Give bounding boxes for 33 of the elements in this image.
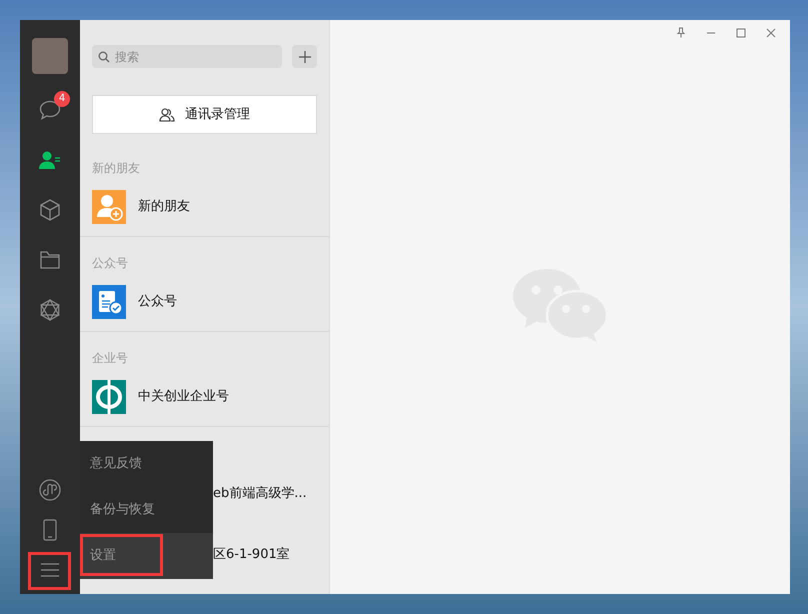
search-input[interactable]: 搜索 bbox=[115, 48, 265, 66]
close-icon[interactable] bbox=[766, 28, 776, 38]
chat-bubble-icon bbox=[39, 100, 61, 120]
contact-name[interactable]: 新的朋友 bbox=[138, 197, 190, 217]
section-header: 公众号 bbox=[91, 255, 129, 272]
aperture-icon bbox=[39, 299, 61, 321]
folder-icon bbox=[40, 251, 60, 269]
phi-logo-icon bbox=[92, 380, 126, 414]
pin-icon[interactable] bbox=[676, 27, 686, 38]
contacts-manage-button[interactable]: 通讯录管理 bbox=[92, 95, 317, 134]
add-button[interactable] bbox=[292, 45, 317, 68]
sidebar-chats-tab[interactable]: 4 bbox=[20, 85, 80, 135]
id-card-check-icon bbox=[92, 285, 126, 319]
contacts-icon bbox=[159, 108, 175, 122]
contact-name[interactable]: 中关创业企业号 bbox=[138, 387, 229, 407]
search-icon bbox=[98, 50, 110, 62]
section-header: 企业号 bbox=[91, 350, 129, 367]
menu-icon bbox=[41, 563, 59, 577]
contact-name[interactable]: 区6-1-901室 bbox=[213, 544, 290, 564]
plus-icon bbox=[298, 50, 310, 62]
section-header: 新的朋友 bbox=[91, 160, 141, 177]
phone-icon bbox=[43, 519, 57, 541]
maximize-icon[interactable] bbox=[736, 28, 746, 38]
search-field[interactable]: 搜索 bbox=[92, 45, 282, 68]
add-friend-icon bbox=[92, 190, 126, 224]
cube-icon bbox=[40, 199, 60, 221]
menu-item[interactable]: 设置 bbox=[80, 533, 213, 579]
unread-badge: 4 bbox=[54, 91, 70, 107]
link-circle-icon bbox=[39, 479, 61, 501]
contact-name[interactable]: 公众号 bbox=[138, 292, 177, 312]
person-list-icon bbox=[39, 150, 61, 170]
annotation-box bbox=[28, 552, 71, 590]
contact-name[interactable]: eb前端高级学... bbox=[213, 484, 307, 504]
